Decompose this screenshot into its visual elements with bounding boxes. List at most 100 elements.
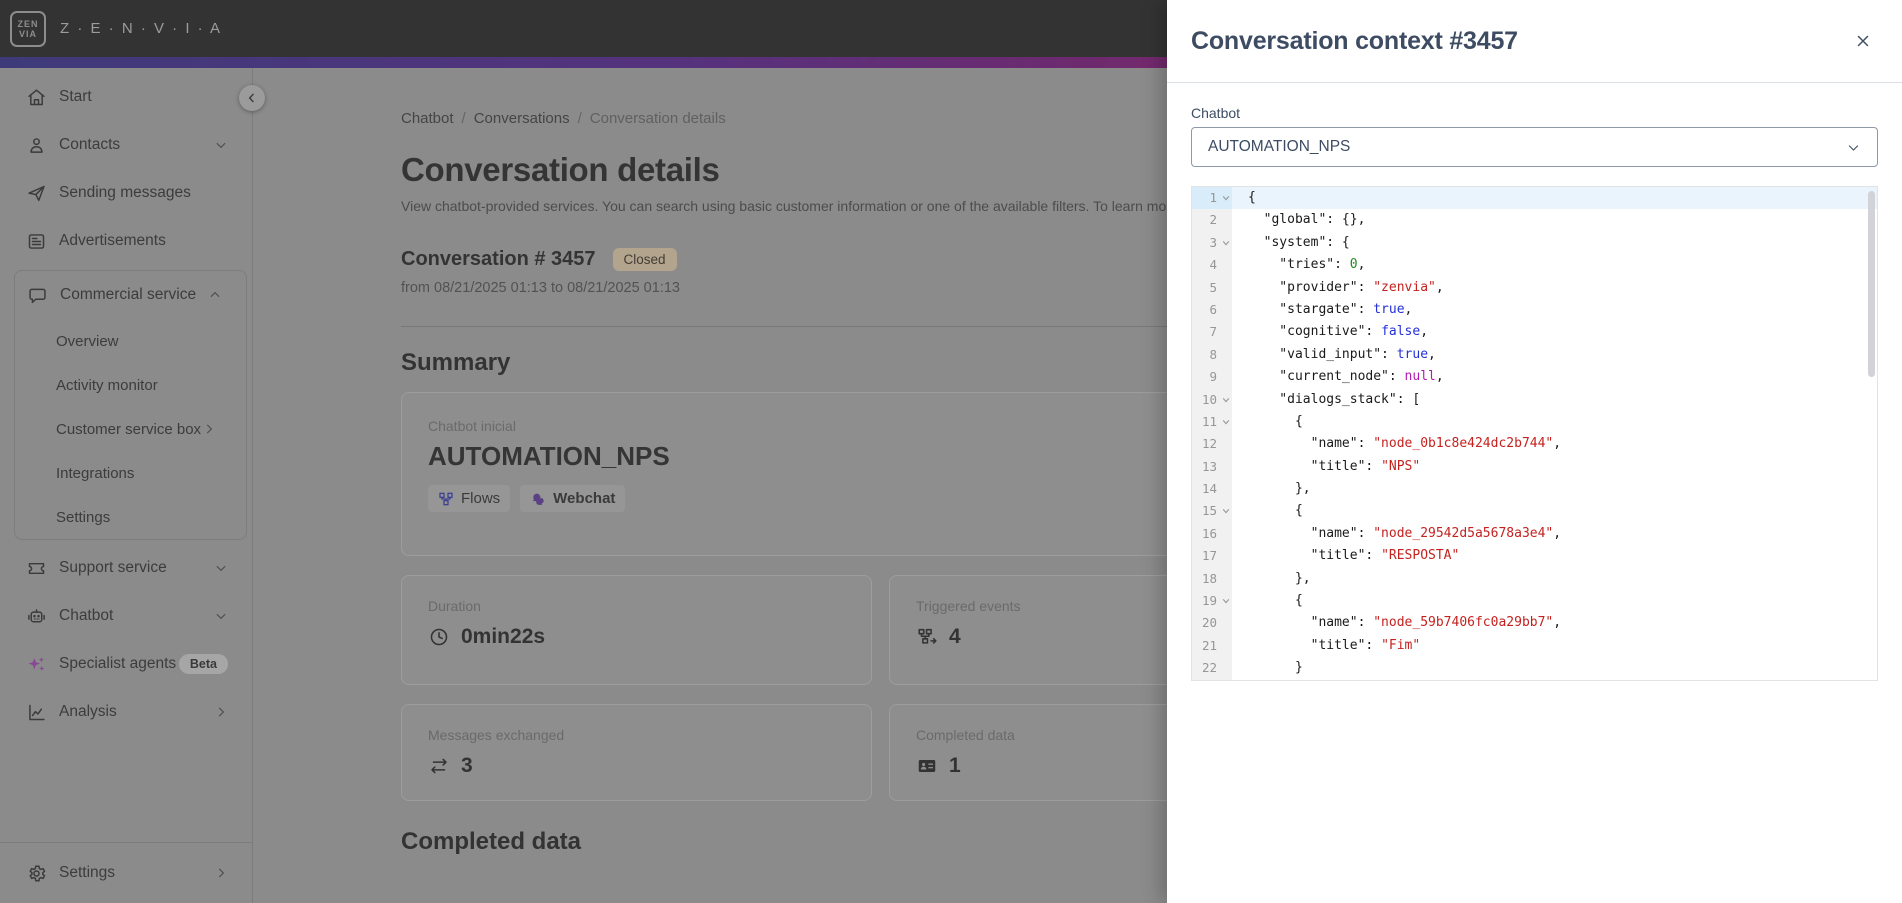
line-number: 8 — [1192, 343, 1232, 367]
line-number: 16 — [1192, 522, 1232, 546]
chevron-left-icon — [248, 93, 254, 103]
editor-line: 13 "title": "NPS" — [1192, 455, 1877, 479]
fold-toggle-icon[interactable] — [1222, 597, 1230, 605]
editor-line: 6 "stargate": true, — [1192, 298, 1877, 322]
fold-toggle-icon[interactable] — [1222, 418, 1230, 426]
editor-line: 4 "tries": 0, — [1192, 254, 1877, 277]
tag-label: Webchat — [553, 490, 616, 507]
sidebar: Start Contacts Sending messages Advertiseme… — [0, 68, 265, 903]
brand-wordmark: Z · E · N · V · I · A — [60, 20, 222, 37]
line-number: 19 — [1192, 590, 1232, 613]
sparkles-icon — [25, 653, 47, 675]
sidebar-item-label: Settings — [56, 508, 111, 526]
line-number: 2 — [1192, 209, 1232, 232]
flow-icon — [438, 491, 454, 507]
chevron-right-icon — [214, 866, 228, 880]
stat-value: 1 — [949, 754, 961, 777]
clock-icon — [428, 626, 450, 648]
line-number: 10 — [1192, 388, 1232, 411]
sidebar-collapse-button[interactable] — [239, 85, 265, 111]
line-number: 22 — [1192, 657, 1232, 680]
sidebar-item-label: Support service — [59, 559, 167, 576]
sidebar-item-label: Analysis — [59, 703, 117, 720]
code-line: "global": {}, — [1248, 212, 1366, 228]
code-line: "dialogs_stack": [ — [1248, 391, 1421, 407]
breadcrumb-item-chatbot[interactable]: Chatbot — [401, 110, 454, 127]
exchange-icon — [428, 755, 450, 777]
code-line: "name": "node_0b1c8e424dc2b744", — [1248, 436, 1562, 452]
sidebar-item-activity-monitor[interactable]: Activity monitor — [15, 363, 246, 407]
chevron-right-icon — [214, 705, 228, 719]
sidebar-item-analysis[interactable]: Analysis — [0, 688, 252, 736]
logo-text-top: ZEN — [17, 18, 39, 29]
sidebar-item-label: Chatbot — [59, 607, 114, 624]
stat-card-messages-exchanged: Messages exchanged 3 — [401, 704, 872, 801]
editor-line: 11 { — [1192, 410, 1877, 434]
sidebar-item-label: Commercial service — [60, 286, 197, 303]
code-line: } — [1248, 660, 1303, 676]
chevron-down-icon — [1846, 140, 1861, 155]
sidebar-item-settings[interactable]: Settings — [15, 495, 246, 539]
sidebar-item-support-service[interactable]: Support service — [0, 544, 252, 592]
breadcrumb-item-conversation-details: Conversation details — [589, 110, 726, 127]
sidebar-item-label: Settings — [59, 864, 116, 881]
sidebar-item-start[interactable]: Start — [0, 73, 252, 121]
editor-line: 8 "valid_input": true, — [1192, 343, 1877, 367]
sidebar-group-commercial-service: Commercial service Overview Activity monit… — [14, 270, 247, 540]
editor-line: 2 "global": {}, — [1192, 209, 1877, 232]
sidebar-item-customer-service-box[interactable]: Customer service box — [15, 407, 246, 451]
code-line: { — [1248, 413, 1303, 429]
editor-line: 7 "cognitive": false, — [1192, 321, 1877, 344]
sidebar-item-label: Integrations — [56, 464, 135, 482]
stat-value: 3 — [461, 754, 473, 777]
editor-line: 19 { — [1192, 590, 1877, 613]
sidebar-item-label: Start — [59, 88, 92, 105]
editor-line: 14 }, — [1192, 478, 1877, 501]
chart-icon — [25, 701, 47, 723]
sidebar-item-sending-messages[interactable]: Sending messages — [0, 169, 252, 217]
sidebar-item-contacts[interactable]: Contacts — [0, 121, 252, 169]
sidebar-item-specialist-agents[interactable]: Specialist agents Beta — [0, 640, 252, 688]
editor-line: 20 "name": "node_59b7406fc0a29bb7", — [1192, 612, 1877, 635]
breadcrumb-item-conversations[interactable]: Conversations — [474, 110, 570, 127]
sidebar-item-advertisements[interactable]: Advertisements — [0, 217, 252, 265]
sidebar-item-settings[interactable]: Settings — [0, 843, 252, 903]
line-number: 3 — [1192, 231, 1232, 255]
line-number: 14 — [1192, 478, 1232, 501]
ticket-icon — [25, 557, 47, 579]
beta-badge: Beta — [178, 654, 228, 674]
close-button[interactable] — [1848, 26, 1878, 56]
chat-icon — [26, 284, 48, 306]
gear-icon — [25, 862, 47, 884]
sidebar-item-label: Contacts — [59, 136, 121, 153]
editor-scrollbar[interactable] — [1868, 191, 1875, 377]
editor-line: 3 "system": { — [1192, 231, 1877, 255]
fold-toggle-icon[interactable] — [1222, 507, 1230, 515]
json-editor[interactable]: 1{2 "global": {}, 3 "system": {4 "tries":… — [1191, 186, 1878, 681]
close-icon — [1857, 35, 1869, 47]
news-icon — [25, 230, 47, 252]
code-line: { — [1232, 187, 1877, 210]
conversation-context-drawer: Conversation context #3457 Chatbot AUTOM… — [1167, 0, 1902, 903]
editor-line: 17 "title": "RESPOSTA" — [1192, 545, 1877, 568]
sidebar-item-commercial-service[interactable]: Commercial service — [15, 271, 246, 319]
stat-value-row: 3 — [428, 754, 845, 778]
line-number: 20 — [1192, 612, 1232, 635]
fold-toggle-icon[interactable] — [1222, 239, 1230, 247]
chevron-right-icon — [202, 422, 216, 436]
person-icon — [25, 134, 47, 156]
sidebar-item-label: Sending messages — [59, 184, 191, 201]
editor-line: 18 }, — [1192, 567, 1877, 591]
sidebar-item-chatbot[interactable]: Chatbot — [0, 592, 252, 640]
sidebar-item-integrations[interactable]: Integrations — [15, 451, 246, 495]
editor-line: 15 { — [1192, 500, 1877, 523]
chatbot-select-value: AUTOMATION_NPS — [1208, 138, 1351, 155]
sidebar-item-label: Specialist agents — [59, 655, 177, 672]
code-line: }, — [1248, 570, 1311, 586]
fold-toggle-icon[interactable] — [1222, 396, 1230, 404]
chatbot-select[interactable]: AUTOMATION_NPS — [1191, 127, 1878, 167]
fold-toggle-icon[interactable] — [1222, 194, 1230, 202]
line-number: 5 — [1192, 276, 1232, 299]
line-number: 21 — [1192, 634, 1232, 658]
sidebar-item-overview[interactable]: Overview — [15, 319, 246, 363]
